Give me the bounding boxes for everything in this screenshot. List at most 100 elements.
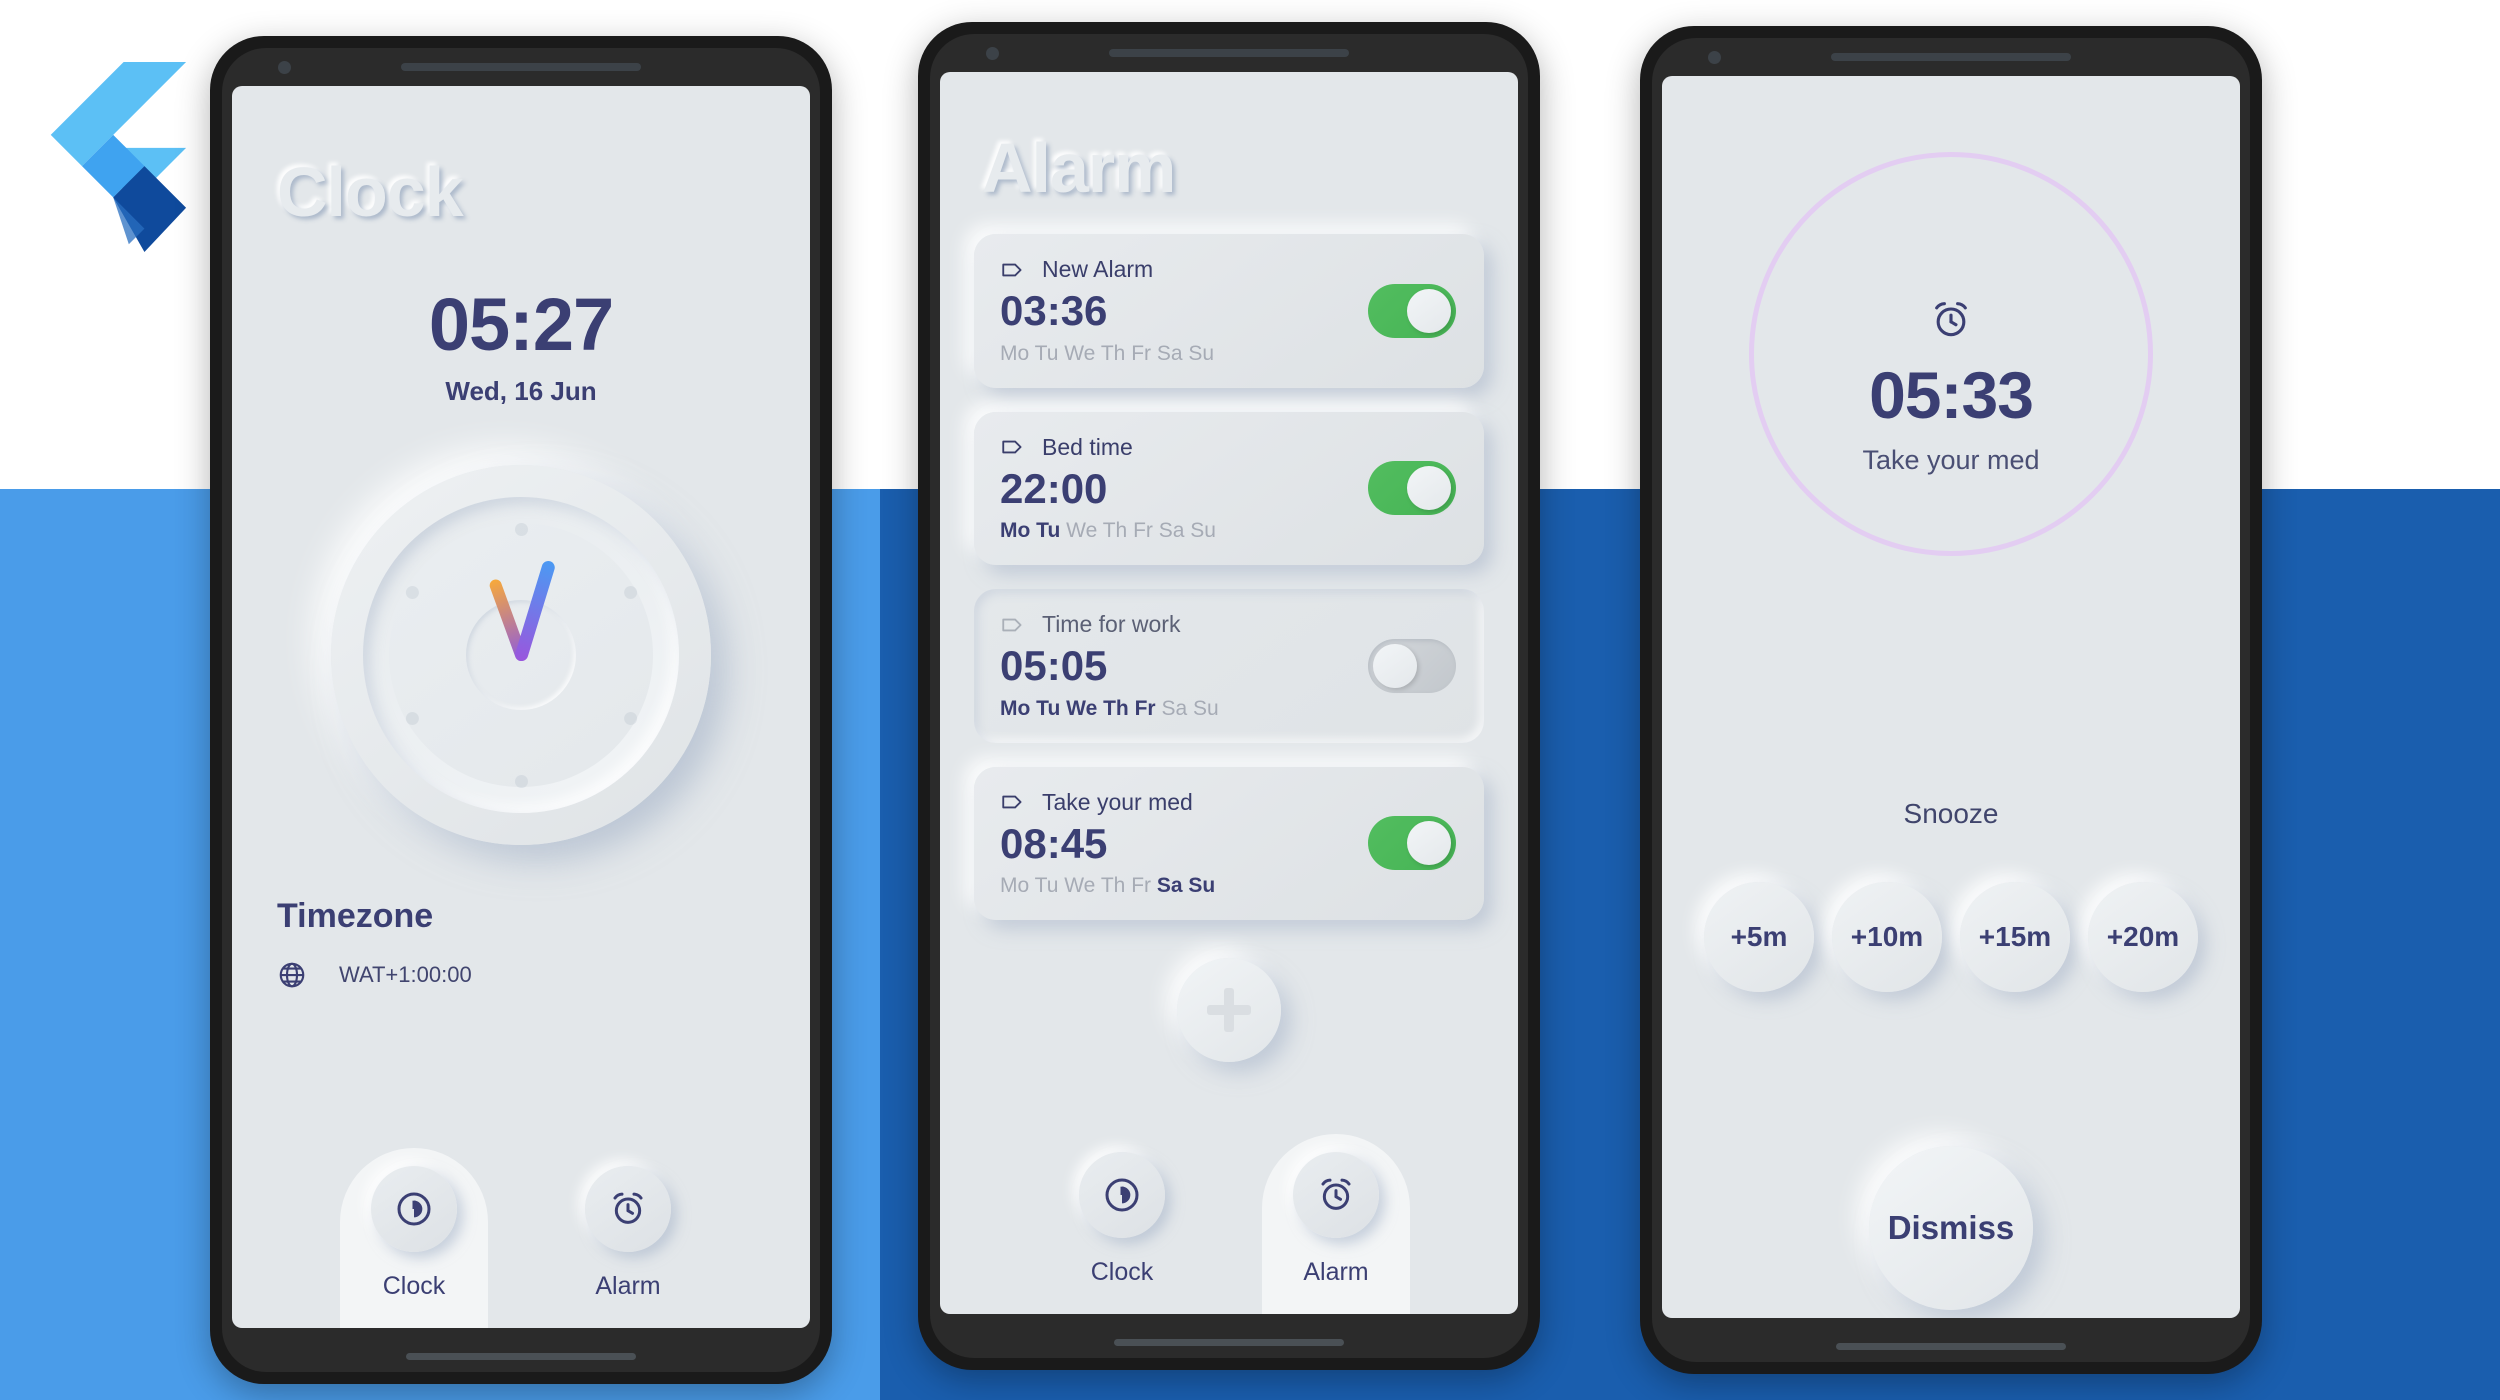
add-alarm-area bbox=[940, 958, 1518, 1062]
nav-label-clock: Clock bbox=[1090, 1258, 1154, 1286]
snooze-button[interactable]: +5m bbox=[1704, 882, 1814, 992]
alarm-label-row: Take your med bbox=[1000, 789, 1368, 816]
clock-tick bbox=[621, 583, 639, 601]
alarm-time: 22:00 bbox=[1000, 464, 1108, 512]
alarm-day[interactable]: Tu bbox=[1036, 519, 1060, 542]
alarm-days: Mo Tu We Th Fr Sa Su bbox=[1000, 342, 1368, 366]
alarm-day[interactable]: Tu bbox=[1035, 342, 1059, 365]
alarm-day[interactable]: We bbox=[1064, 874, 1095, 897]
alarm-day[interactable]: Mo bbox=[1000, 519, 1030, 542]
page-title: Alarm bbox=[982, 129, 1176, 207]
nav-item-alarm[interactable]: Alarm bbox=[554, 1148, 702, 1328]
alarm-card[interactable]: Bed time 22:00 Mo Tu We Th Fr Sa Su bbox=[974, 411, 1484, 565]
alarm-list-screen: Alarm New Alarm 03:36 Mo Tu We Th Fr Sa Su… bbox=[940, 72, 1518, 1314]
timezone-row[interactable]: WAT+1:00:00 bbox=[277, 960, 810, 990]
alarm-day[interactable]: Su bbox=[1188, 342, 1214, 365]
current-date: Wed, 16 Jun bbox=[445, 376, 597, 406]
current-time: 05:27 bbox=[428, 283, 614, 366]
analog-clock-rim bbox=[363, 497, 679, 813]
alarm-day[interactable]: Sa bbox=[1159, 519, 1185, 542]
bottom-navigation-clock: Clock Alarm bbox=[232, 1128, 810, 1328]
alarm-day[interactable]: We bbox=[1066, 519, 1097, 542]
nav-item-clock[interactable]: Clock bbox=[1048, 1134, 1196, 1314]
alarm-day[interactable]: We bbox=[1064, 342, 1095, 365]
snooze-button[interactable]: +10m bbox=[1832, 882, 1942, 992]
earpiece-speaker bbox=[1109, 49, 1349, 57]
alarm-time: 05:05 bbox=[1000, 642, 1108, 689]
alarm-day[interactable]: Mo bbox=[1000, 874, 1029, 897]
alarm-day[interactable]: Su bbox=[1193, 697, 1219, 720]
analog-clock bbox=[331, 465, 711, 845]
alarm-day[interactable]: We bbox=[1066, 697, 1097, 720]
snooze-options: +5m +10m +15m +20m bbox=[1662, 882, 2240, 992]
phone-bezel: Clock 05:27 Wed, 16 Jun Timezone WAT+1:0… bbox=[222, 48, 820, 1372]
phone-bezel: 05:33 Take your med Snooze +5m +10m +15m +2… bbox=[1652, 38, 2250, 1362]
alarm-day[interactable]: Sa bbox=[1157, 342, 1183, 365]
alarm-time: 03:36 bbox=[1000, 287, 1108, 334]
alarm-day[interactable]: Fr bbox=[1133, 519, 1153, 542]
nav-item-alarm[interactable]: Alarm bbox=[1262, 1134, 1410, 1314]
bottom-speaker-bar bbox=[406, 1353, 636, 1360]
clock-header: Clock bbox=[232, 86, 810, 232]
alarm-label: Take your med bbox=[1042, 788, 1193, 815]
alarm-day[interactable]: Th bbox=[1101, 874, 1126, 897]
dismiss-area: Dismiss bbox=[1662, 1146, 2240, 1310]
alarm-day[interactable]: Su bbox=[1188, 874, 1215, 897]
analog-clock-face bbox=[389, 522, 653, 788]
alarm-label-row: Bed time bbox=[1000, 434, 1368, 461]
ringing-screen: 05:33 Take your med Snooze +5m +10m +15m +2… bbox=[1662, 76, 2240, 1318]
alarm-toggle[interactable] bbox=[1368, 638, 1456, 693]
alarm-day[interactable]: Th bbox=[1101, 342, 1126, 365]
alarm-day[interactable]: Th bbox=[1103, 697, 1129, 720]
alarm-card[interactable]: New Alarm 03:36 Mo Tu We Th Fr Sa Su bbox=[974, 234, 1484, 388]
globe-icon bbox=[279, 962, 305, 988]
alarm-day[interactable]: Tu bbox=[1036, 697, 1060, 720]
alarm-day[interactable]: Fr bbox=[1131, 342, 1151, 365]
alarm-day[interactable]: Th bbox=[1103, 519, 1128, 542]
alarm-card[interactable]: Time for work 05:05 Mo Tu We Th Fr Sa Su bbox=[974, 589, 1484, 743]
alarm-toggle[interactable] bbox=[1368, 816, 1456, 871]
alarm-day[interactable]: Fr bbox=[1135, 697, 1156, 720]
alarm-label: Time for work bbox=[1042, 611, 1181, 637]
alarm-day[interactable]: Fr bbox=[1131, 874, 1151, 897]
alarm-label: New Alarm bbox=[1042, 256, 1154, 282]
nav-label-alarm: Alarm bbox=[595, 1272, 661, 1300]
ringing-time: 05:33 bbox=[1869, 358, 2034, 432]
toggle-knob bbox=[1407, 466, 1451, 511]
tag-icon bbox=[1002, 795, 1022, 809]
alarm-card[interactable]: Take your med 08:45 Mo Tu We Th Fr Sa Su bbox=[974, 766, 1484, 920]
front-camera-dot bbox=[1708, 51, 1721, 64]
alarm-toggle[interactable] bbox=[1368, 461, 1456, 516]
add-alarm-button[interactable] bbox=[1177, 958, 1281, 1062]
alarm-day[interactable]: Sa bbox=[1161, 697, 1187, 720]
alarm-card-body: New Alarm 03:36 Mo Tu We Th Fr Sa Su bbox=[1000, 256, 1368, 366]
alarm-day[interactable]: Mo bbox=[1000, 697, 1030, 720]
alarm-days: Mo Tu We Th Fr Sa Su bbox=[1000, 519, 1368, 543]
timezone-value: WAT+1:00:00 bbox=[339, 962, 472, 987]
snooze-button[interactable]: +15m bbox=[1960, 882, 2070, 992]
phone-bezel: Alarm New Alarm 03:36 Mo Tu We Th Fr Sa Su… bbox=[930, 34, 1528, 1358]
toggle-knob bbox=[1407, 288, 1451, 333]
toggle-knob bbox=[1373, 643, 1417, 688]
alarm-day[interactable]: Mo bbox=[1000, 342, 1029, 365]
timezone-section: Timezone WAT+1:00:00 bbox=[232, 845, 810, 990]
alarm-icon bbox=[1935, 302, 1967, 337]
alarm-toggle[interactable] bbox=[1368, 283, 1456, 338]
dismiss-button[interactable]: Dismiss bbox=[1869, 1146, 2033, 1310]
clock-tick bbox=[621, 709, 639, 727]
clock-tick bbox=[403, 583, 421, 601]
alarm-day[interactable]: Su bbox=[1190, 519, 1216, 542]
alarm-header: Alarm bbox=[940, 72, 1518, 208]
ringing-info: 05:33 Take your med bbox=[1662, 298, 2240, 476]
nav-item-clock[interactable]: Clock bbox=[340, 1148, 488, 1328]
alarm-label-row: Time for work bbox=[1000, 611, 1368, 638]
alarm-label: Bed time bbox=[1042, 433, 1133, 460]
bottom-speaker-bar bbox=[1836, 1343, 2066, 1350]
alarm-label-row: New Alarm bbox=[1000, 256, 1368, 283]
alarm-day[interactable]: Tu bbox=[1035, 874, 1059, 897]
snooze-button[interactable]: +20m bbox=[2088, 882, 2198, 992]
snooze-title: Snooze bbox=[1903, 798, 1999, 829]
alarm-day[interactable]: Sa bbox=[1157, 874, 1183, 897]
earpiece-speaker bbox=[401, 63, 641, 71]
bottom-navigation-alarm: Clock Alarm bbox=[940, 1114, 1518, 1314]
